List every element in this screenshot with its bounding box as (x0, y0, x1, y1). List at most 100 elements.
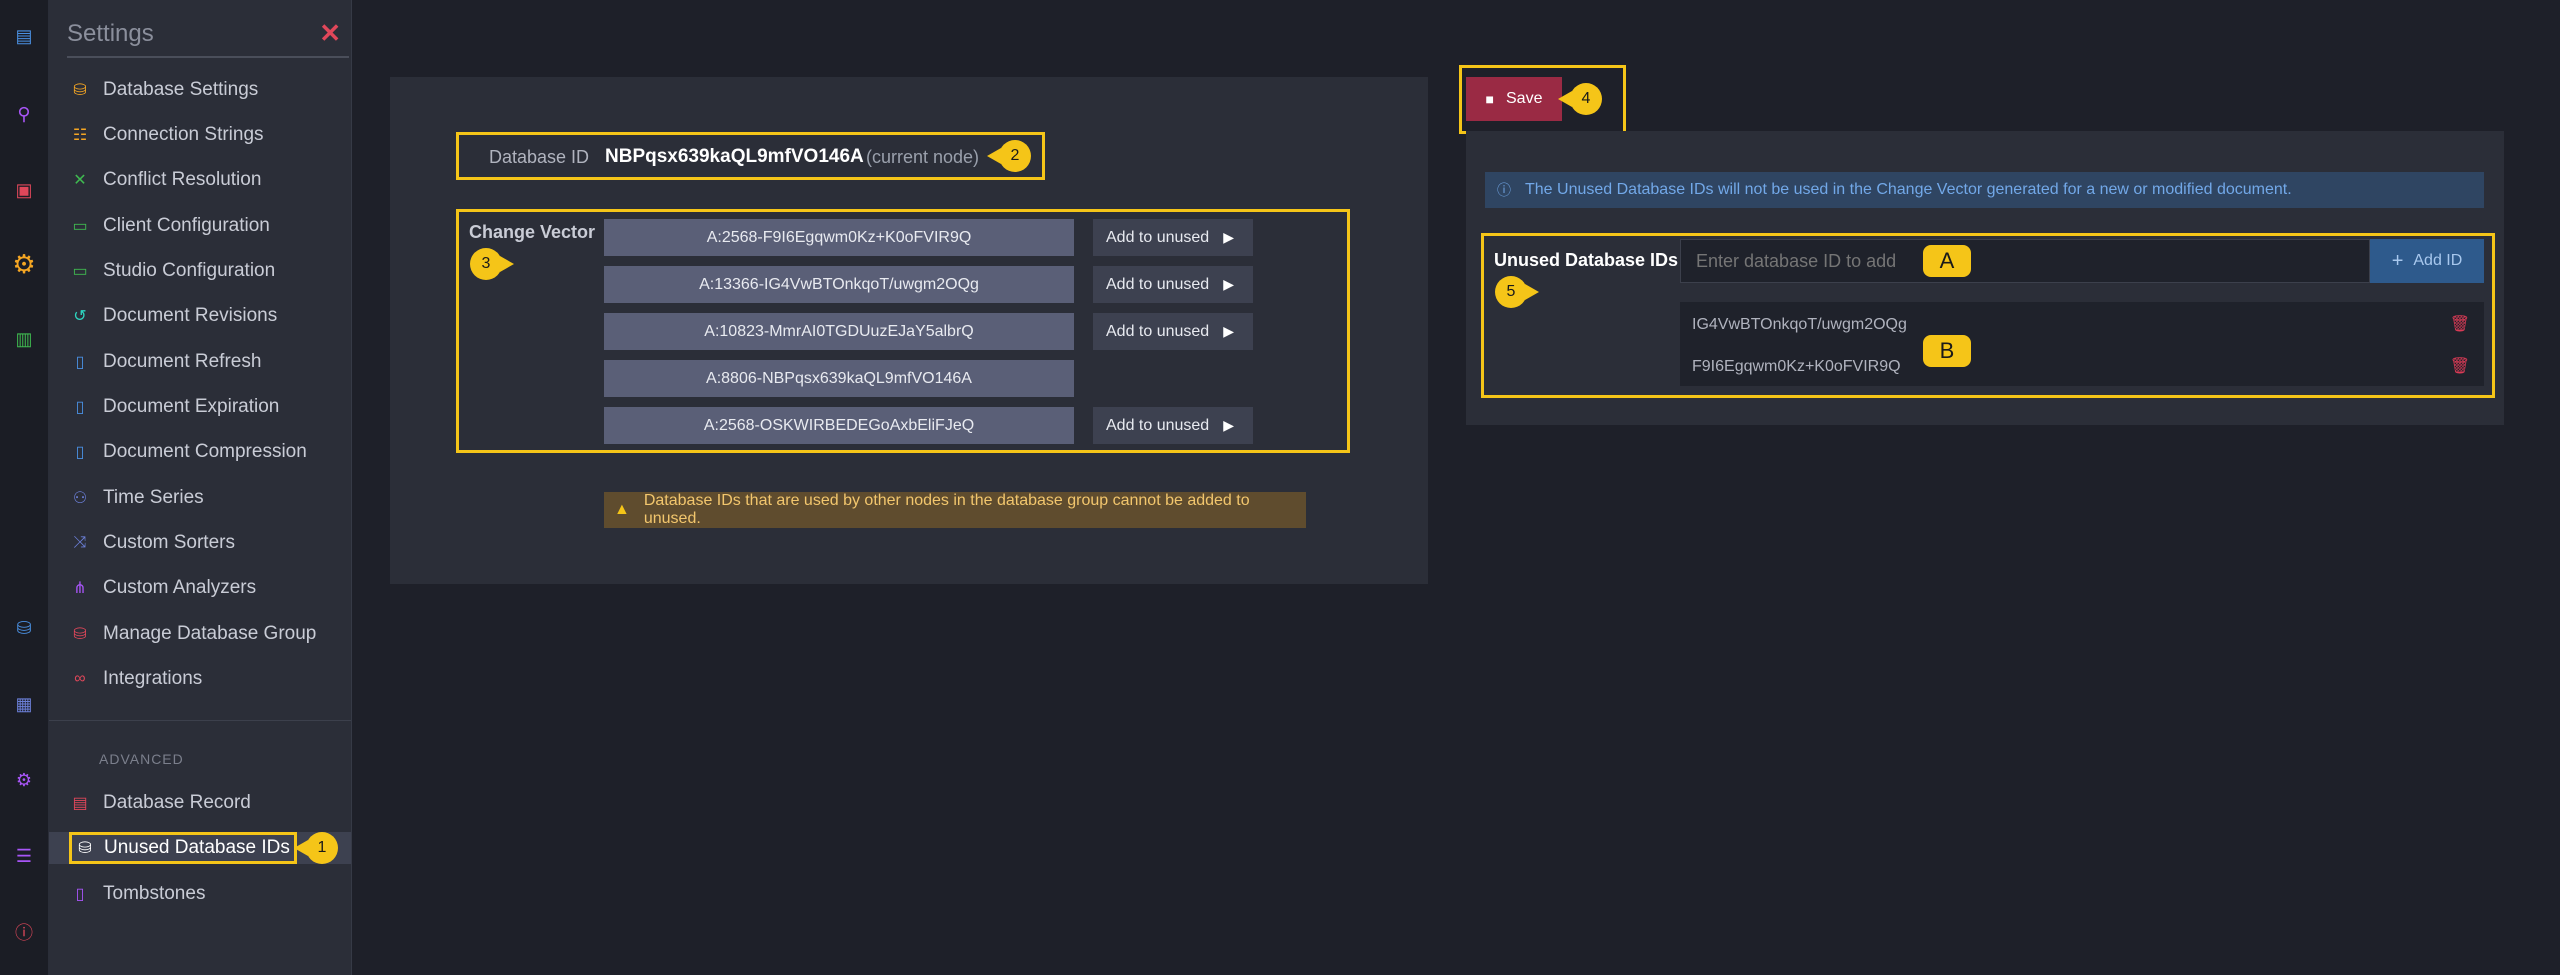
add-to-unused-button[interactable]: Add to unused ▶ (1093, 407, 1253, 444)
save-button[interactable]: ■ Save (1466, 77, 1562, 121)
close-icon[interactable]: ✕ (319, 18, 341, 49)
callout-4: 4 (1558, 83, 1602, 115)
menu-item-database-settings[interactable]: ⛁ Database Settings (69, 74, 258, 106)
menu-header: Settings ✕ (67, 14, 349, 58)
menu-item-time-series[interactable]: ⚇ Time Series (69, 482, 204, 514)
menu-item-label: Time Series (103, 487, 204, 508)
menu-item-integrations[interactable]: ∞ Integrations (69, 663, 202, 695)
info-text: The Unused Database IDs will not be used… (1525, 181, 2292, 198)
stats-icon[interactable]: ▥ (10, 325, 38, 353)
add-to-unused-button[interactable]: Add to unused ▶ (1093, 313, 1253, 350)
database-record-icon: ▤ (72, 795, 88, 812)
menu-item-label: Document Refresh (103, 351, 262, 372)
manage-database-group-icon: ⛁ (73, 626, 87, 643)
info-icon: ⓘ (1497, 182, 1511, 198)
menu-item-document-expiration[interactable]: ▯ Document Expiration (69, 391, 280, 423)
menu-item-conflict-resolution[interactable]: ✕ Conflict Resolution (69, 164, 261, 196)
menu-item-label: Client Configuration (103, 215, 270, 236)
unused-database-ids-icon: ⛁ (78, 840, 92, 857)
callout-5: 5 (1495, 276, 1539, 308)
connection-strings-icon: ☷ (72, 127, 88, 144)
save-label: Save (1506, 90, 1543, 107)
document-refresh-icon: ▯ (75, 354, 85, 371)
menu-item-label: Custom Analyzers (103, 577, 257, 598)
menu-item-custom-sorters[interactable]: ⤨ Custom Sorters (69, 527, 235, 559)
trash-icon[interactable]: 🗑 (2450, 314, 2470, 334)
change-vector-entry: A:2568-F9I6Egqwm0Kz+K0oFVIR9Q (604, 219, 1074, 256)
chevron-right-icon: ▶ (1223, 323, 1234, 339)
add-to-unused-button[interactable]: Add to unused ▶ (1093, 219, 1253, 256)
menu-item-database-record[interactable]: ▤ Database Record (69, 787, 251, 819)
tasks-icon[interactable]: ▣ (10, 176, 38, 204)
callout-1: 1 (294, 832, 338, 864)
server-dashboard-icon[interactable]: ☰ (10, 842, 38, 870)
menu-item-connection-strings[interactable]: ☷ Connection Strings (69, 119, 264, 151)
warning-icon: ▲ (614, 501, 630, 518)
cluster-icon[interactable]: ▦ (10, 690, 38, 718)
warning-text: Database IDs that are used by other node… (643, 492, 1250, 527)
unused-ids-label: Unused Database IDs (1494, 250, 1679, 270)
warning-message: ▲ Database IDs that are used by other no… (604, 492, 1306, 528)
callout-3: 3 (470, 248, 514, 280)
chevron-right-icon: ▶ (1223, 229, 1234, 245)
add-id-label: Add ID (2413, 252, 2463, 269)
indexes-icon[interactable]: ⚲ (10, 100, 38, 128)
conflict-resolution-icon: ✕ (73, 172, 87, 189)
menu-item-document-compression[interactable]: ▯ Document Compression (69, 436, 307, 468)
change-vector-entry: A:2568-OSKWIRBEDEGoAxbEliFJeQ (604, 407, 1074, 444)
unused-id-item: IG4VwBTOnkqoT/uwgm2OQg (1692, 316, 1907, 333)
integrations-icon: ∞ (74, 670, 86, 687)
menu-item-label: Studio Configuration (103, 260, 276, 281)
tombstones-icon: ▯ (75, 886, 85, 903)
menu-item-label: Tombstones (103, 883, 206, 904)
time-series-icon: ⚇ (72, 490, 88, 507)
add-id-button[interactable]: + Add ID (2370, 239, 2484, 283)
button-label: Add to unused (1106, 416, 1210, 434)
unused-ids-list: IG4VwBTOnkqoT/uwgm2OQg 🗑 F9I6Egqwm0Kz+K0… (1680, 302, 2484, 386)
menu-item-label: Unused Database IDs (104, 837, 290, 858)
menu-item-document-refresh[interactable]: ▯ Document Refresh (69, 346, 262, 378)
menu-item-manage-database-group[interactable]: ⛁ Manage Database Group (69, 618, 316, 650)
settings-icon[interactable]: ⚙ (10, 249, 38, 279)
info-message: ⓘ The Unused Database IDs will not be us… (1485, 172, 2484, 208)
menu-item-label: Document Revisions (103, 305, 278, 326)
database-settings-icon: ⛁ (73, 82, 87, 99)
menu-item-label: Connection Strings (103, 124, 264, 145)
menu-item-custom-analyzers[interactable]: ⋔ Custom Analyzers (69, 572, 256, 604)
menu-section-advanced: ADVANCED (99, 751, 184, 767)
menu-item-studio-configuration[interactable]: ▭ Studio Configuration (69, 255, 275, 287)
menu-item-client-configuration[interactable]: ▭ Client Configuration (69, 210, 270, 242)
menu-item-label: Document Compression (103, 441, 307, 462)
add-to-unused-button[interactable]: Add to unused ▶ (1093, 266, 1253, 303)
trash-icon[interactable]: 🗑 (2450, 356, 2470, 376)
menu-item-label: Manage Database Group (103, 623, 317, 644)
menu-item-label: Database Record (103, 792, 251, 813)
manage-server-icon[interactable]: ⚙ (10, 766, 38, 794)
custom-sorters-icon: ⤨ (73, 534, 87, 551)
menu-item-document-revisions[interactable]: ↺ Document Revisions (69, 300, 277, 332)
current-node-note: (current node) (866, 147, 980, 167)
save-icon: ■ (1485, 91, 1494, 107)
menu-item-label: Integrations (103, 668, 203, 689)
menu-item-label: Custom Sorters (103, 532, 235, 553)
document-compression-icon: ▯ (75, 444, 85, 461)
button-label: Add to unused (1106, 322, 1210, 340)
menu-divider (49, 720, 351, 721)
database-id-input[interactable] (1680, 239, 2370, 283)
databases-icon[interactable]: ⛁ (10, 614, 38, 642)
icon-sidebar: ▤ ⚲ ▣ ⚙ ▥ ⛁ ▦ ⚙ ☰ ⓘ (0, 0, 49, 975)
documents-icon[interactable]: ▤ (10, 22, 38, 50)
button-label: Add to unused (1106, 275, 1210, 293)
change-vector-entry: A:13366-IG4VwBTOnkqoT/uwgm2OQg (604, 266, 1074, 303)
menu-item-tombstones[interactable]: ▯ Tombstones (69, 878, 206, 910)
about-icon[interactable]: ⓘ (10, 918, 38, 946)
change-vector-label: Change Vector (469, 222, 596, 242)
chevron-right-icon: ▶ (1223, 276, 1234, 292)
database-id-label: Database ID (489, 147, 590, 167)
database-id-value: NBPqsx639kaQL9mfVO146A (605, 146, 864, 167)
unused-id-item: F9I6Egqwm0Kz+K0oFVIR9Q (1692, 358, 1901, 375)
studio-configuration-icon: ▭ (72, 263, 88, 280)
callout-a: A (1923, 245, 1971, 277)
change-vector-entry: A:10823-MmrAI0TGDUuzEJaY5albrQ (604, 313, 1074, 350)
chevron-right-icon: ▶ (1223, 417, 1234, 433)
